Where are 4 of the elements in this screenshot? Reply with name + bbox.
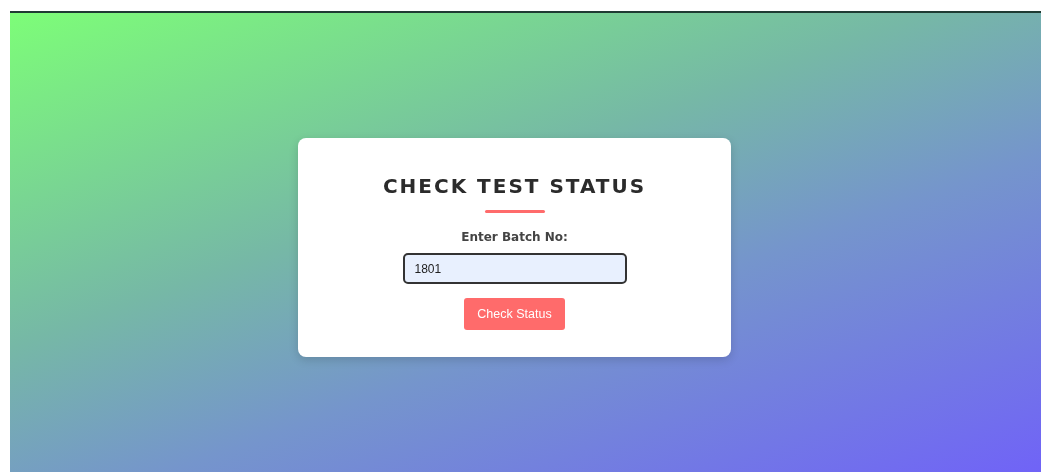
title-underline: [484, 210, 545, 213]
field-label: Enter Batch No:: [461, 230, 568, 244]
batch-input-field[interactable]: 1801: [402, 253, 627, 284]
card-title: CHECK TEST STATUS: [382, 174, 647, 198]
